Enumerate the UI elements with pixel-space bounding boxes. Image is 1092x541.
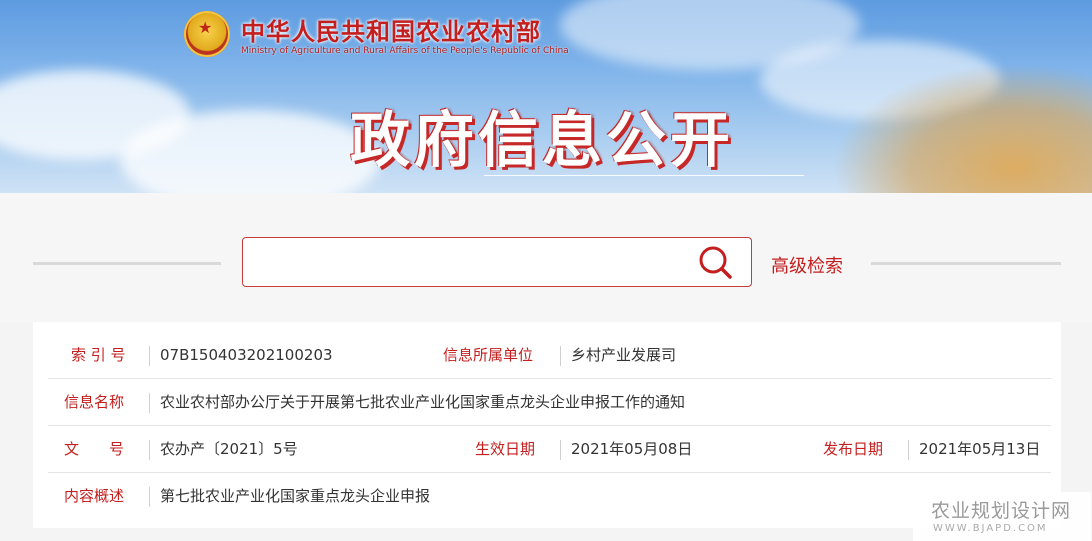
column-divider bbox=[149, 393, 150, 413]
header-banner: ★ 中华人民共和国农业农村部 Ministry of Agriculture a… bbox=[0, 0, 1092, 193]
national-emblem-icon[interactable]: ★ bbox=[184, 11, 230, 57]
watermark: 农业规划设计网 WWW.BJAPD.COM bbox=[913, 492, 1091, 541]
column-divider bbox=[908, 440, 909, 460]
doc-number-value: 农办产〔2021〕5号 bbox=[160, 440, 298, 458]
info-panel: 索 引 号 07B150403202100203 信息所属单位 乡村产业发展司 … bbox=[33, 322, 1061, 528]
column-divider bbox=[149, 346, 150, 366]
divider-left bbox=[33, 262, 221, 265]
effective-date-label: 生效日期 bbox=[475, 440, 536, 458]
watermark-cn: 农业规划设计网 bbox=[931, 500, 1072, 522]
column-divider bbox=[149, 440, 150, 460]
info-row-doc: 文 号 农办产〔2021〕5号 生效日期 2021年05月08日 发布日期 20… bbox=[33, 426, 1061, 473]
column-divider bbox=[560, 346, 561, 366]
name-label: 信息名称 bbox=[64, 393, 125, 411]
info-row-summary: 内容概述 第七批农业产业化国家重点龙头企业申报 bbox=[33, 473, 1061, 520]
publish-date-label: 发布日期 bbox=[823, 440, 884, 458]
index-value: 07B150403202100203 bbox=[160, 346, 333, 364]
info-row-index: 索 引 号 07B150403202100203 信息所属单位 乡村产业发展司 bbox=[33, 332, 1061, 379]
search-box[interactable] bbox=[242, 237, 752, 287]
effective-date-value: 2021年05月08日 bbox=[571, 440, 693, 458]
summary-value: 第七批农业产业化国家重点龙头企业申报 bbox=[160, 487, 431, 505]
dept-value: 乡村产业发展司 bbox=[571, 346, 677, 364]
advanced-search-link[interactable]: 高级检索 bbox=[771, 252, 843, 278]
info-row-name: 信息名称 农业农村部办公厅关于开展第七批农业产业化国家重点龙头企业申报工作的通知 bbox=[33, 379, 1061, 426]
site-name-cn[interactable]: 中华人民共和国农业农村部 bbox=[241, 12, 541, 47]
search-input[interactable] bbox=[253, 247, 677, 279]
banner-title: 政府信息公开 bbox=[350, 106, 734, 176]
site-name-en: Ministry of Agriculture and Rural Affair… bbox=[241, 46, 569, 56]
index-label: 索 引 号 bbox=[71, 346, 126, 364]
doc-number-label: 文 号 bbox=[64, 440, 125, 458]
wheat-image bbox=[832, 63, 1092, 193]
watermark-en: WWW.BJAPD.COM bbox=[933, 523, 1048, 534]
summary-label: 内容概述 bbox=[64, 487, 125, 505]
dept-label: 信息所属单位 bbox=[443, 346, 534, 364]
column-divider bbox=[149, 487, 150, 507]
publish-date-value: 2021年05月13日 bbox=[919, 440, 1041, 458]
column-divider bbox=[560, 440, 561, 460]
banner-underline bbox=[484, 175, 804, 176]
name-value: 农业农村部办公厅关于开展第七批农业产业化国家重点龙头企业申报工作的通知 bbox=[160, 393, 686, 411]
divider-right bbox=[871, 262, 1061, 265]
search-icon[interactable] bbox=[697, 244, 733, 280]
